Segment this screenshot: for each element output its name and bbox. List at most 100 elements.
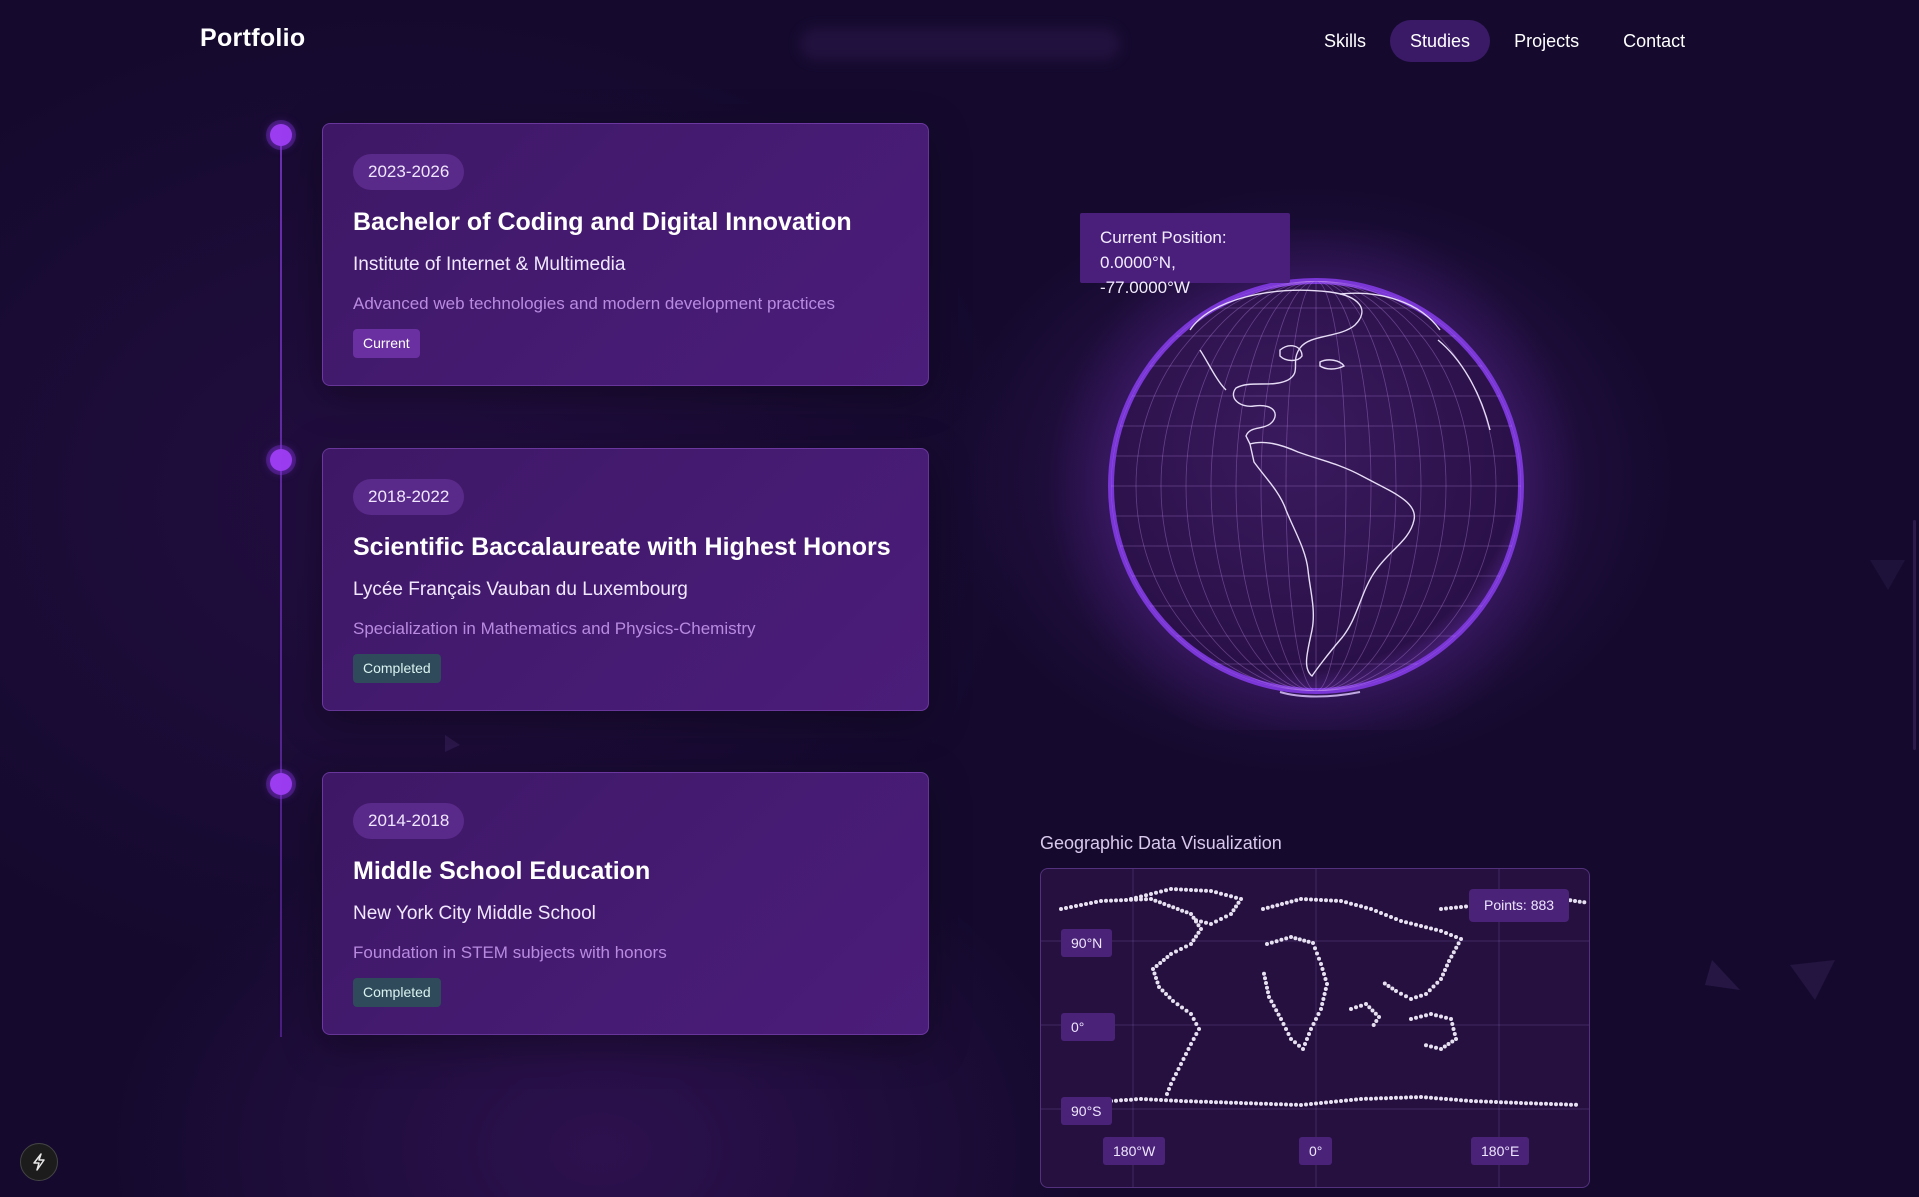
geo-point [1299,897,1303,901]
lightning-bolt-icon[interactable] [20,1143,58,1181]
geo-point [1175,907,1180,911]
timeline-line [280,135,282,1037]
geo-point [1191,938,1196,943]
geo-point [1404,920,1408,925]
geo-point [1262,971,1266,976]
nav-studies[interactable]: Studies [1390,20,1491,62]
geo-point [1444,931,1448,935]
geo-point [1384,1096,1388,1101]
geo-point [1276,1012,1281,1017]
geo-point [1114,898,1118,903]
geo-point [1452,1032,1457,1036]
geo-point [1302,938,1307,943]
nav-skills[interactable]: Skills [1304,20,1386,62]
timeline-dot [270,773,292,795]
geo-point [1303,1042,1307,1046]
scrollbar[interactable] [1913,520,1916,750]
geo-point [1219,891,1223,896]
geo-viz-panel[interactable]: Points: 883 90°N 0° 90°S 180°W 0° 180°E [1040,868,1590,1188]
geo-point [1180,908,1185,913]
geo-point [1269,999,1274,1004]
geo-point [1234,904,1238,909]
geo-point [1084,902,1088,906]
geo-point [1429,926,1433,931]
geo-point [1209,889,1213,893]
geo-point [1284,936,1289,941]
geo-point [1414,995,1418,1000]
geo-point [1134,895,1138,900]
geo-point [1439,977,1443,981]
geo-point [1099,899,1103,903]
geo-point [1305,1037,1309,1041]
geo-point [1367,1005,1372,1010]
geo-point [1559,1102,1563,1107]
geo-point [1554,1102,1558,1107]
lat-label-0: 0° [1061,1013,1115,1041]
site-logo[interactable]: Portfolio [200,24,305,53]
geo-point [1324,1100,1328,1105]
lon-label-0: 0° [1299,1137,1333,1165]
geo-point [1171,999,1175,1003]
geo-point [1297,937,1302,942]
geo-point [1236,900,1241,905]
geo-point [1184,944,1188,949]
geo-point [1254,1101,1258,1106]
geo-point [1279,1102,1283,1107]
nav-contact[interactable]: Contact [1603,20,1705,62]
geo-point [1445,963,1449,968]
geo-point [1167,995,1172,1000]
geo-point [1484,1099,1488,1104]
nav-projects[interactable]: Projects [1494,20,1599,62]
geo-point [1244,1101,1248,1106]
geo-point [1144,893,1148,898]
globe-visualization[interactable] [1040,216,1600,756]
geo-point [1284,1027,1288,1031]
study-description: Specialization in Mathematics and Physic… [353,619,756,638]
geo-point [1414,1015,1418,1020]
geo-point [1284,1102,1288,1107]
globe-svg [1046,216,1586,756]
geo-point [1447,959,1451,963]
geo-point [1419,924,1423,928]
geo-point [1370,1008,1375,1013]
geo-point [1199,1099,1203,1104]
geo-point [1189,888,1193,892]
geo-point [1349,901,1353,906]
geo-point [1349,1007,1353,1011]
geo-point [1164,992,1168,996]
geo-point [1359,904,1363,909]
geo-point [1359,1003,1363,1008]
geo-point [1165,1092,1169,1096]
geo-point [1449,933,1453,937]
geo-point [1129,897,1133,901]
geo-point [1164,888,1168,893]
geo-point [1204,888,1208,893]
geo-point [1404,1095,1408,1100]
geo-point [1297,1043,1301,1048]
geo-point [1263,976,1267,981]
geo-point [1374,1096,1378,1101]
geo-point [1311,941,1315,945]
geo-point [1286,1032,1291,1036]
geo-point [1434,1013,1438,1018]
geo-point [1494,1100,1498,1104]
geo-point [1231,908,1236,913]
geo-point [1419,993,1423,998]
geo-point [1293,1040,1297,1045]
geo-point [1224,1100,1228,1105]
geo-point [1199,888,1203,893]
geo-point [1424,925,1428,930]
geo-point [1449,1017,1453,1021]
geo-point [1175,1002,1180,1007]
geo-point [1364,1096,1368,1101]
geo-point [1454,945,1459,950]
geo-point [1442,1044,1447,1049]
geo-point [1389,915,1393,919]
geo-point [1451,1027,1456,1031]
geo-point [1434,1096,1438,1101]
geo-point [1409,921,1413,926]
geo-point [1394,1095,1398,1100]
geo-point [1334,898,1338,903]
geo-point [1573,899,1577,903]
geo-point [1279,937,1284,942]
